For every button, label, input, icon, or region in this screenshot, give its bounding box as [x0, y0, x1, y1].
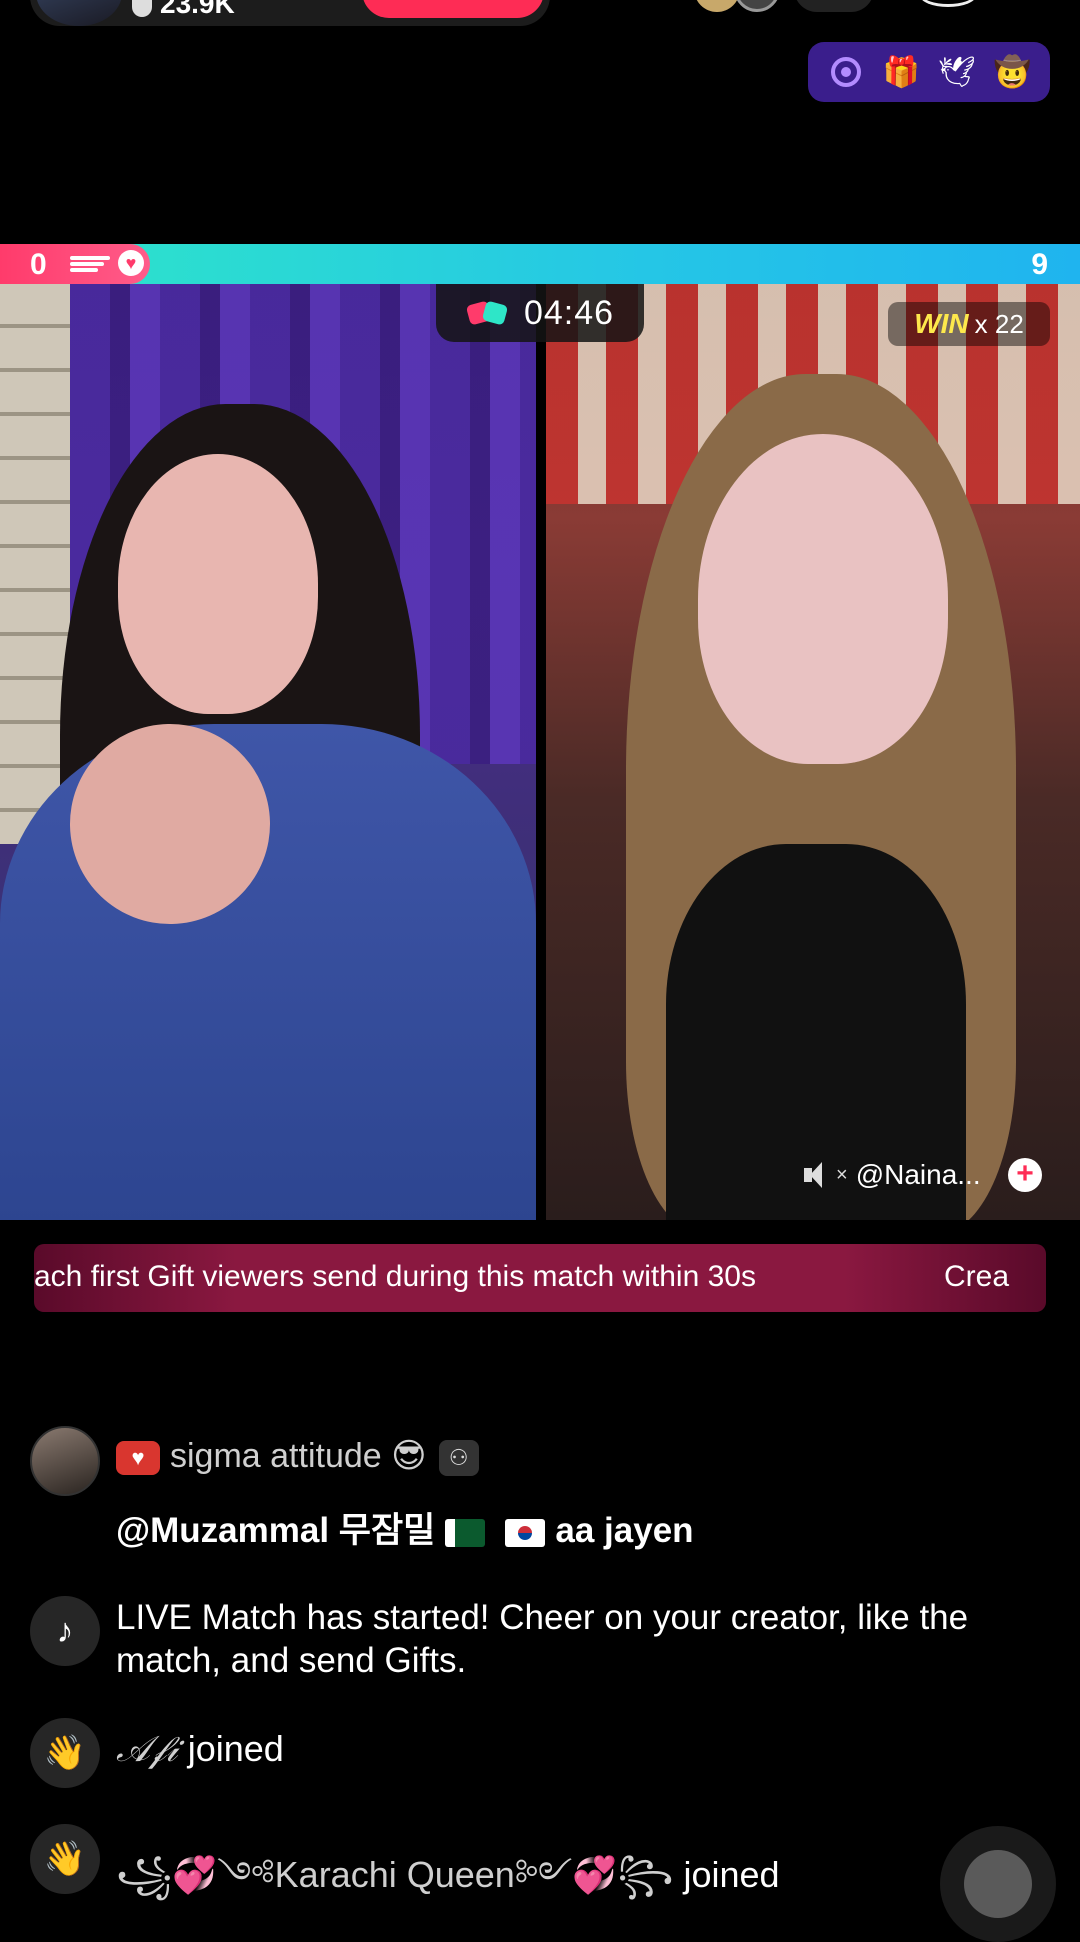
win-label: WIN [914, 308, 969, 339]
viewer-count-pill[interactable] [794, 0, 874, 12]
join-action: joined [187, 1728, 284, 1769]
left-score: 0 [30, 248, 47, 281]
shield-icon [132, 0, 152, 17]
follow-button[interactable] [362, 0, 544, 18]
banner-text: ach first Gift viewers send during this … [34, 1260, 756, 1293]
host-video[interactable] [0, 284, 536, 1220]
gift-button[interactable] [940, 1826, 1056, 1942]
win-streak-badge[interactable]: WIN x 22 [888, 302, 1050, 346]
match-timer: 04:46 [436, 284, 644, 342]
match-vs-icon [466, 299, 510, 327]
pakistan-flag-icon [445, 1518, 486, 1547]
target-icon[interactable] [825, 51, 867, 93]
match-info-banner[interactable]: ach first Gift viewers send during this … [34, 1244, 1046, 1312]
heart-icon: ♥ [118, 250, 144, 276]
win-count: x 22 [974, 308, 1024, 339]
korea-flag-icon [505, 1518, 546, 1547]
top-viewers[interactable] [694, 0, 884, 12]
bird-icon[interactable]: 🕊 [936, 51, 978, 93]
right-score: 9 [1031, 248, 1048, 281]
like-count-text: 23.9K [160, 0, 235, 19]
host-face [118, 454, 318, 714]
gift-box-icon[interactable]: 🎁 [880, 51, 922, 93]
comment-username[interactable]: ♥ sigma attitude 😎 ⚇ [116, 1436, 479, 1477]
wave-icon: 👋 [30, 1824, 100, 1894]
wave-icon: 👋 [30, 1718, 100, 1788]
username-text: sigma attitude 😎 [170, 1437, 427, 1475]
timer-text: 04:46 [523, 293, 615, 332]
guest-name-bar[interactable]: × @Naina... + [802, 1152, 1042, 1198]
message-tail: aa jayen [555, 1511, 694, 1550]
mute-icon[interactable] [802, 1162, 828, 1188]
avatar[interactable] [30, 1426, 100, 1496]
booster-tray[interactable]: 🎁 🕊 🤠 [808, 42, 1050, 102]
mention-text: @Muzammal 무잠밀 [116, 1511, 436, 1550]
system-message-text: LIVE Match has started! Cheer on your cr… [116, 1598, 969, 1680]
join-message: 𝒜𝒻𝒾 joined [116, 1728, 284, 1771]
guest-video[interactable] [546, 284, 1080, 1220]
joined-username[interactable]: 𝒜𝒻𝒾 [116, 1729, 178, 1770]
top-bar: 23.9K [0, 0, 1080, 40]
mute-x-icon: × [836, 1163, 848, 1186]
close-icon[interactable] [920, 0, 976, 7]
comment-message: @Muzammal 무잠밀 aa jayen [116, 1502, 694, 1553]
like-count: 23.9K [132, 0, 235, 20]
fan-level-badge: ♥ [116, 1441, 160, 1476]
guest-face [698, 434, 948, 764]
tiktok-logo-icon: ♪ [30, 1596, 100, 1666]
follow-guest-button[interactable]: + [1008, 1158, 1042, 1192]
join-action: joined [683, 1854, 780, 1895]
join-message: ꧁💞༺Karachi Queen༻💞꧂ joined [116, 1834, 780, 1936]
cowboy-hat-icon[interactable]: 🤠 [991, 51, 1033, 93]
match-score-bar: ♥ 0 9 [0, 244, 1080, 284]
banner-text-next: Crea [944, 1260, 1010, 1293]
subscriber-badge: ⚇ [438, 1440, 479, 1477]
viewer-avatar[interactable] [734, 0, 780, 12]
joined-username[interactable]: ꧁💞༺Karachi Queen༻💞꧂ [116, 1854, 673, 1895]
guest-name[interactable]: @Naina... [856, 1159, 981, 1191]
viewer-avatar[interactable] [694, 0, 740, 12]
